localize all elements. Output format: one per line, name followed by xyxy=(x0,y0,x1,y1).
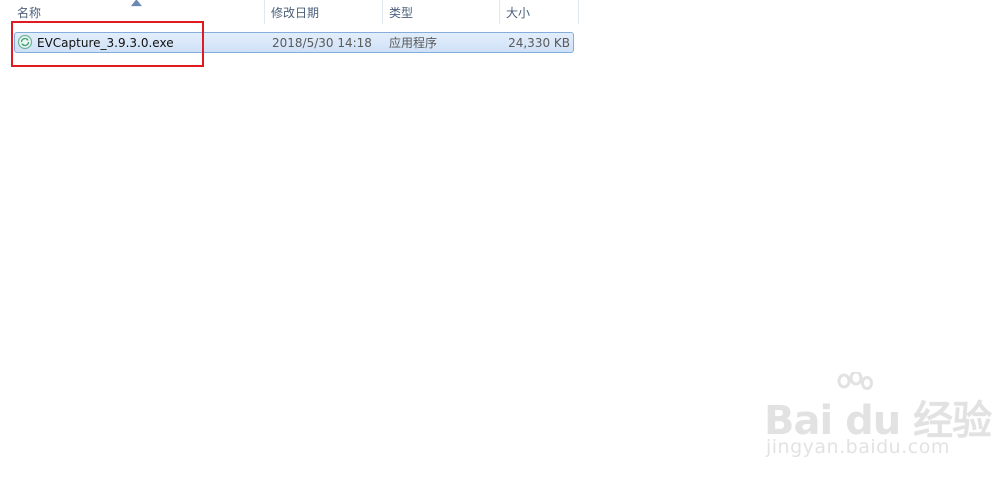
file-explorer-view: 名称 ▲ 修改日期 类型 大小 EVCapture_3.9.3.0.exe 20… xyxy=(0,0,1000,483)
column-header-type-label: 类型 xyxy=(389,6,414,20)
baidu-jingyan-watermark: Bai du 经验 jingyan.baidu.com xyxy=(760,372,992,467)
file-date-modified: 2018/5/30 14:18 xyxy=(272,36,372,50)
column-header-date-modified[interactable]: 修改日期 xyxy=(266,0,383,24)
column-header-size-label: 大小 xyxy=(506,6,531,20)
column-header-date-label: 修改日期 xyxy=(271,6,320,20)
sort-ascending-icon: ▲ xyxy=(130,0,142,8)
red-highlight-box xyxy=(11,21,204,67)
watermark-url: jingyan.baidu.com xyxy=(766,436,950,458)
column-header-type[interactable]: 类型 xyxy=(384,0,500,24)
file-type: 应用程序 xyxy=(389,36,438,50)
column-header-size[interactable]: 大小 xyxy=(501,0,579,24)
column-header-name-label: 名称 xyxy=(17,6,42,20)
file-size: 24,330 KB xyxy=(508,36,570,50)
